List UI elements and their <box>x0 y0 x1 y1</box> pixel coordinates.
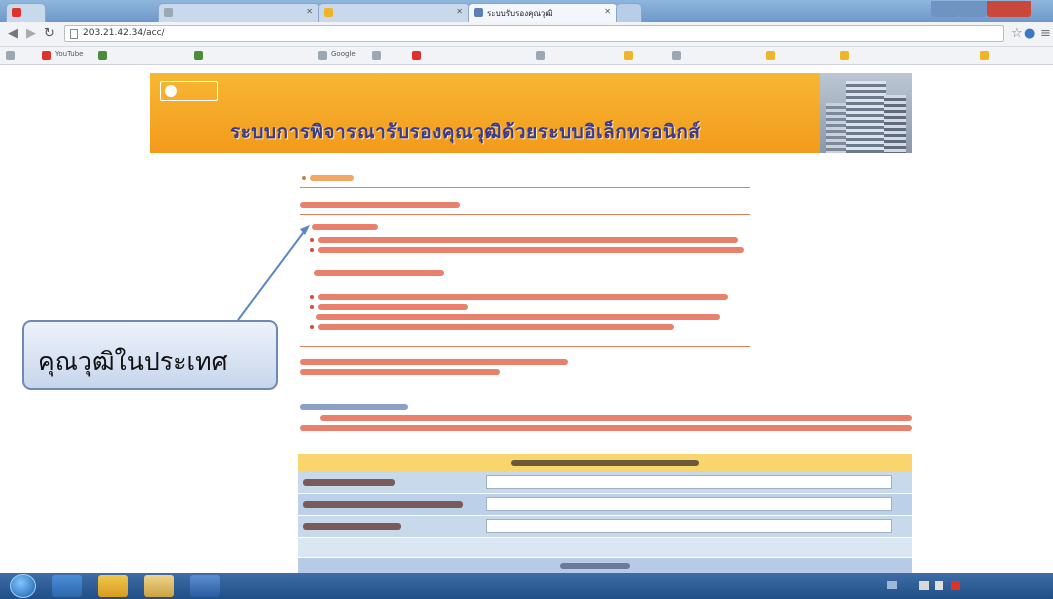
system-tray <box>875 573 1053 599</box>
page-icon <box>672 51 681 60</box>
form-row-spacer <box>298 538 912 558</box>
page-favicon-icon <box>474 8 483 17</box>
internet-explorer-icon[interactable] <box>52 575 82 597</box>
site-logo[interactable] <box>160 81 218 101</box>
major-input[interactable] <box>486 519 892 533</box>
close-tab-icon[interactable]: ✕ <box>604 7 611 16</box>
form-row-institution <box>298 472 912 494</box>
windows-taskbar <box>0 573 1053 599</box>
start-button[interactable] <box>10 574 36 598</box>
bookmark-favicon-icon <box>766 51 775 60</box>
divider <box>300 214 750 215</box>
bookmark-favicon-icon <box>412 51 421 60</box>
browser-tab-2[interactable]: ✕ <box>158 3 320 22</box>
bookmark-star-icon[interactable]: ☆ <box>1011 26 1023 42</box>
degree-input[interactable] <box>486 497 892 511</box>
tab-label: ระบบรับรองคุณวุฒิ <box>487 9 553 18</box>
browser-tab-active[interactable]: ระบบรับรองคุณวุฒิ ✕ <box>468 3 618 22</box>
bookmark-favicon-icon <box>98 51 107 60</box>
page-info-icon <box>70 29 78 39</box>
new-tab-button[interactable] <box>616 3 642 22</box>
bookmark-favicon-icon <box>194 51 203 60</box>
institution-input[interactable] <box>486 475 892 489</box>
building-photo <box>820 73 912 153</box>
bookmark-3[interactable] <box>98 50 207 61</box>
close-window-button[interactable] <box>987 1 1031 17</box>
chrome-icon[interactable] <box>98 575 128 597</box>
word-icon[interactable] <box>190 575 220 597</box>
bookmark-4[interactable] <box>194 50 327 61</box>
divider <box>300 346 750 347</box>
reload-icon[interactable]: ↻ <box>44 26 55 42</box>
network-icon[interactable] <box>919 581 929 590</box>
maximize-button[interactable] <box>959 1 987 17</box>
language-icon[interactable] <box>887 581 897 589</box>
callout-box: คุณวุฒิในประเทศ <box>22 320 278 390</box>
bookmark-8[interactable] <box>536 50 633 61</box>
seal-icon <box>165 85 177 97</box>
youtube-favicon-icon <box>12 8 21 17</box>
address-text: 203.21.42.34/acc/ <box>83 28 165 38</box>
web-page: ระบบการพิจารณารับรองคุณวุฒิด้วยระบบอิเล็… <box>0 65 1053 574</box>
callout-text: คุณวุฒิในประเทศ <box>38 347 228 376</box>
form-header <box>298 454 912 472</box>
bookmark-favicon-icon <box>624 51 633 60</box>
bookmark-12[interactable] <box>840 50 923 61</box>
bookmarks-bar: YouTube Google <box>0 47 1053 65</box>
page-favicon-icon <box>324 8 333 17</box>
banner-title: ระบบการพิจารณารับรองคุณวุฒิด้วยระบบอิเล็… <box>230 121 701 143</box>
menu-icon[interactable]: ≡ <box>1040 26 1051 42</box>
minimize-button[interactable] <box>931 1 959 17</box>
folder-icon <box>980 51 989 60</box>
bookmark-favicon-icon <box>840 51 849 60</box>
home-icon <box>302 176 306 180</box>
search-form <box>298 454 912 574</box>
divider <box>300 187 750 188</box>
browser-tab-strip: ✕ ✕ ระบบรับรองคุณวุฒิ ✕ <box>0 0 1053 22</box>
file-explorer-icon[interactable] <box>144 575 174 597</box>
browser-toolbar: ◀ ▶ ↻ 203.21.42.34/acc/ ☆ ● ≡ <box>0 22 1053 47</box>
bookmark-7[interactable] <box>412 50 543 61</box>
window-controls <box>931 1 1049 17</box>
form-row-degree <box>298 494 912 516</box>
close-tab-icon[interactable]: ✕ <box>456 7 463 16</box>
bookmark-10[interactable] <box>672 50 775 61</box>
back-arrow-icon[interactable]: ◀ <box>8 26 18 42</box>
volume-icon[interactable] <box>935 581 943 590</box>
youtube-icon <box>42 51 51 60</box>
page-icon <box>372 51 381 60</box>
bookmark-label: YouTube <box>55 50 84 58</box>
bookmark-other[interactable] <box>980 50 1053 61</box>
address-bar[interactable]: 203.21.42.34/acc/ <box>64 25 1004 42</box>
bookmark-11[interactable] <box>766 50 849 61</box>
page-icon <box>318 51 327 60</box>
extension-icon[interactable]: ● <box>1024 26 1035 42</box>
apps-grid-icon <box>6 51 15 60</box>
form-row-major <box>298 516 912 538</box>
bookmark-label: Google <box>331 50 356 58</box>
forward-arrow-icon[interactable]: ▶ <box>26 26 36 42</box>
browser-tab-youtube[interactable] <box>6 3 46 22</box>
results-header <box>298 558 912 574</box>
close-tab-icon[interactable]: ✕ <box>306 7 313 16</box>
notification-icon[interactable] <box>951 581 960 590</box>
page-icon <box>536 51 545 60</box>
page-favicon-icon <box>164 8 173 17</box>
browser-tab-3[interactable]: ✕ <box>318 3 470 22</box>
site-banner: ระบบการพิจารณารับรองคุณวุฒิด้วยระบบอิเล็… <box>150 73 912 153</box>
